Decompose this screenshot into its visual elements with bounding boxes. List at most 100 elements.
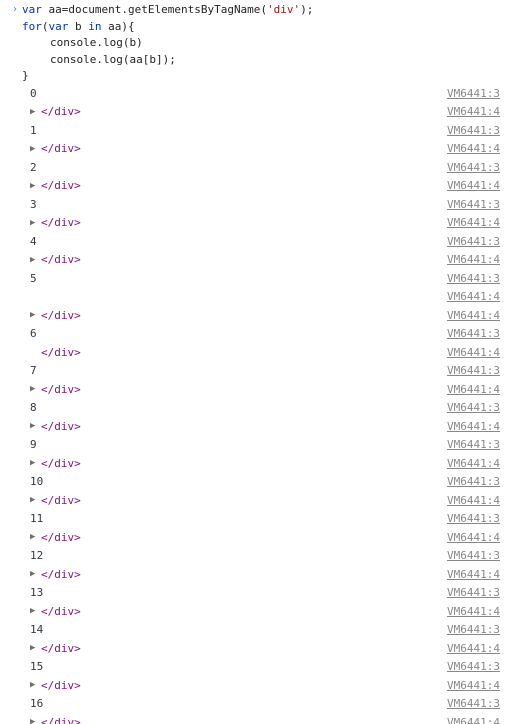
source-link[interactable]: VM6441:3 <box>447 696 506 713</box>
index-row: 11VM6441:3 <box>10 510 512 529</box>
source-link[interactable]: VM6441:4 <box>447 345 506 362</box>
element-html[interactable]: </div> <box>41 530 81 547</box>
source-link[interactable]: VM6441:4 <box>447 104 506 121</box>
output-rows: 0VM6441:3▶</div>VM6441:41VM6441:3▶</div>… <box>10 85 512 724</box>
element-row: VM6441:4 <box>10 288 512 307</box>
element-html[interactable]: </div> <box>41 308 81 325</box>
source-link[interactable]: VM6441:3 <box>447 160 506 177</box>
element-row: ▶</div> VM6441:4 <box>10 140 512 159</box>
element-row: ▶</div> VM6441:4 <box>10 251 512 270</box>
expand-arrow-icon[interactable]: ▶ <box>30 420 39 434</box>
code-line-1: var aa=document.getElementsByTagName('di… <box>22 2 512 19</box>
source-link[interactable]: VM6441:4 <box>447 456 506 473</box>
expand-arrow-icon[interactable]: ▶ <box>30 309 39 323</box>
source-link[interactable]: VM6441:3 <box>447 326 506 343</box>
element-html[interactable]: </div> <box>41 215 81 232</box>
expand-arrow-icon[interactable]: ▶ <box>30 254 39 268</box>
source-link[interactable]: VM6441:3 <box>447 271 506 288</box>
expand-arrow-icon[interactable]: ▶ <box>30 106 39 120</box>
element-html[interactable]: </div> <box>41 567 81 584</box>
element-row: ▶</div> VM6441:4 <box>10 381 512 400</box>
index-row: 7VM6441:3 <box>10 362 512 381</box>
element-row: ▶</div> VM6441:4 <box>10 529 512 548</box>
element-row: ▶</div> VM6441:4 <box>10 455 512 474</box>
source-link[interactable]: VM6441:4 <box>447 641 506 658</box>
element-html[interactable]: </div> <box>41 604 81 621</box>
element-html[interactable]: </div> <box>41 141 81 158</box>
source-link[interactable]: VM6441:3 <box>447 659 506 676</box>
index-row: 12VM6441:3 <box>10 547 512 566</box>
log-index: 0 <box>30 86 37 103</box>
expand-arrow-icon[interactable]: ▶ <box>30 642 39 656</box>
source-link[interactable]: VM6441:3 <box>447 622 506 639</box>
element-html[interactable]: </div> <box>41 178 81 195</box>
source-link[interactable]: VM6441:4 <box>447 141 506 158</box>
source-link[interactable]: VM6441:4 <box>447 289 506 306</box>
element-html[interactable]: </div> <box>41 678 81 695</box>
source-link[interactable]: VM6441:3 <box>447 234 506 251</box>
source-link[interactable]: VM6441:3 <box>447 474 506 491</box>
log-index: 16 <box>30 696 43 713</box>
source-link[interactable]: VM6441:3 <box>447 437 506 454</box>
source-link[interactable]: VM6441:4 <box>447 678 506 695</box>
element-html[interactable]: </div> <box>41 104 81 121</box>
source-link[interactable]: VM6441:4 <box>447 493 506 510</box>
source-link[interactable]: VM6441:4 <box>447 567 506 584</box>
log-index: 5 <box>30 271 37 288</box>
element-row: ▶</div> VM6441:4 <box>10 214 512 233</box>
expand-arrow-icon[interactable]: ▶ <box>30 679 39 693</box>
source-link[interactable]: VM6441:4 <box>447 715 506 724</box>
element-html[interactable]: </div> <box>41 382 81 399</box>
expand-arrow-icon[interactable]: ▶ <box>30 494 39 508</box>
element-row: ▶</div> VM6441:4 <box>10 714 512 724</box>
element-html[interactable]: </div> <box>41 456 81 473</box>
source-link[interactable]: VM6441:3 <box>447 548 506 565</box>
source-link[interactable]: VM6441:4 <box>447 308 506 325</box>
element-row: ▶</div> VM6441:4 <box>10 603 512 622</box>
index-row: 6VM6441:3 <box>10 325 512 344</box>
source-link[interactable]: VM6441:4 <box>447 530 506 547</box>
element-html[interactable]: </div> <box>41 252 81 269</box>
index-row: 13 VM6441:3 <box>10 584 512 603</box>
element-row: ▶</div> VM6441:4 <box>10 640 512 659</box>
source-link[interactable]: VM6441:4 <box>447 215 506 232</box>
index-row: 5 VM6441:3 <box>10 270 512 289</box>
element-html[interactable]: </div> <box>41 641 81 658</box>
expand-arrow-icon[interactable]: ▶ <box>30 457 39 471</box>
element-html[interactable]: </div> <box>41 715 81 724</box>
source-link[interactable]: VM6441:3 <box>447 197 506 214</box>
source-link[interactable]: VM6441:3 <box>447 86 506 103</box>
code-line-2: for(var b in aa){ <box>22 19 512 36</box>
expand-arrow-icon[interactable]: ▶ <box>30 383 39 397</box>
source-link[interactable]: VM6441:3 <box>447 400 506 417</box>
index-row: 16 VM6441:3 <box>10 695 512 714</box>
element-row: ▶</div> VM6441:4 <box>10 492 512 511</box>
arrow-spacer <box>30 346 39 360</box>
source-link[interactable]: VM6441:4 <box>447 604 506 621</box>
source-link[interactable]: VM6441:4 <box>447 178 506 195</box>
log-index: 3 <box>30 197 37 214</box>
log-index: 13 <box>30 585 43 602</box>
source-link[interactable]: VM6441:4 <box>447 382 506 399</box>
source-link[interactable]: VM6441:3 <box>447 585 506 602</box>
expand-arrow-icon[interactable]: ▶ <box>30 716 39 724</box>
source-link[interactable]: VM6441:3 <box>447 511 506 528</box>
expand-arrow-icon[interactable]: ▶ <box>30 568 39 582</box>
index-row: 2VM6441:3 <box>10 159 512 178</box>
index-row: 14VM6441:3 <box>10 621 512 640</box>
expand-arrow-icon[interactable]: ▶ <box>30 143 39 157</box>
source-link[interactable]: VM6441:3 <box>447 363 506 380</box>
expand-arrow-icon[interactable]: ▶ <box>30 531 39 545</box>
source-link[interactable]: VM6441:3 <box>447 123 506 140</box>
source-link[interactable]: VM6441:4 <box>447 252 506 269</box>
source-link[interactable]: VM6441:4 <box>447 419 506 436</box>
element-html[interactable]: </div> <box>41 345 81 362</box>
expand-arrow-icon[interactable]: ▶ <box>30 217 39 231</box>
element-html[interactable]: </div> <box>41 493 81 510</box>
expand-arrow-icon[interactable]: ▶ <box>30 180 39 194</box>
expand-arrow-icon[interactable]: ▶ <box>30 605 39 619</box>
element-html[interactable]: </div> <box>41 419 81 436</box>
log-index: 4 <box>30 234 37 251</box>
prompt-caret: › <box>12 2 18 17</box>
entered-code: › var aa=document.getElementsByTagName('… <box>10 2 512 85</box>
